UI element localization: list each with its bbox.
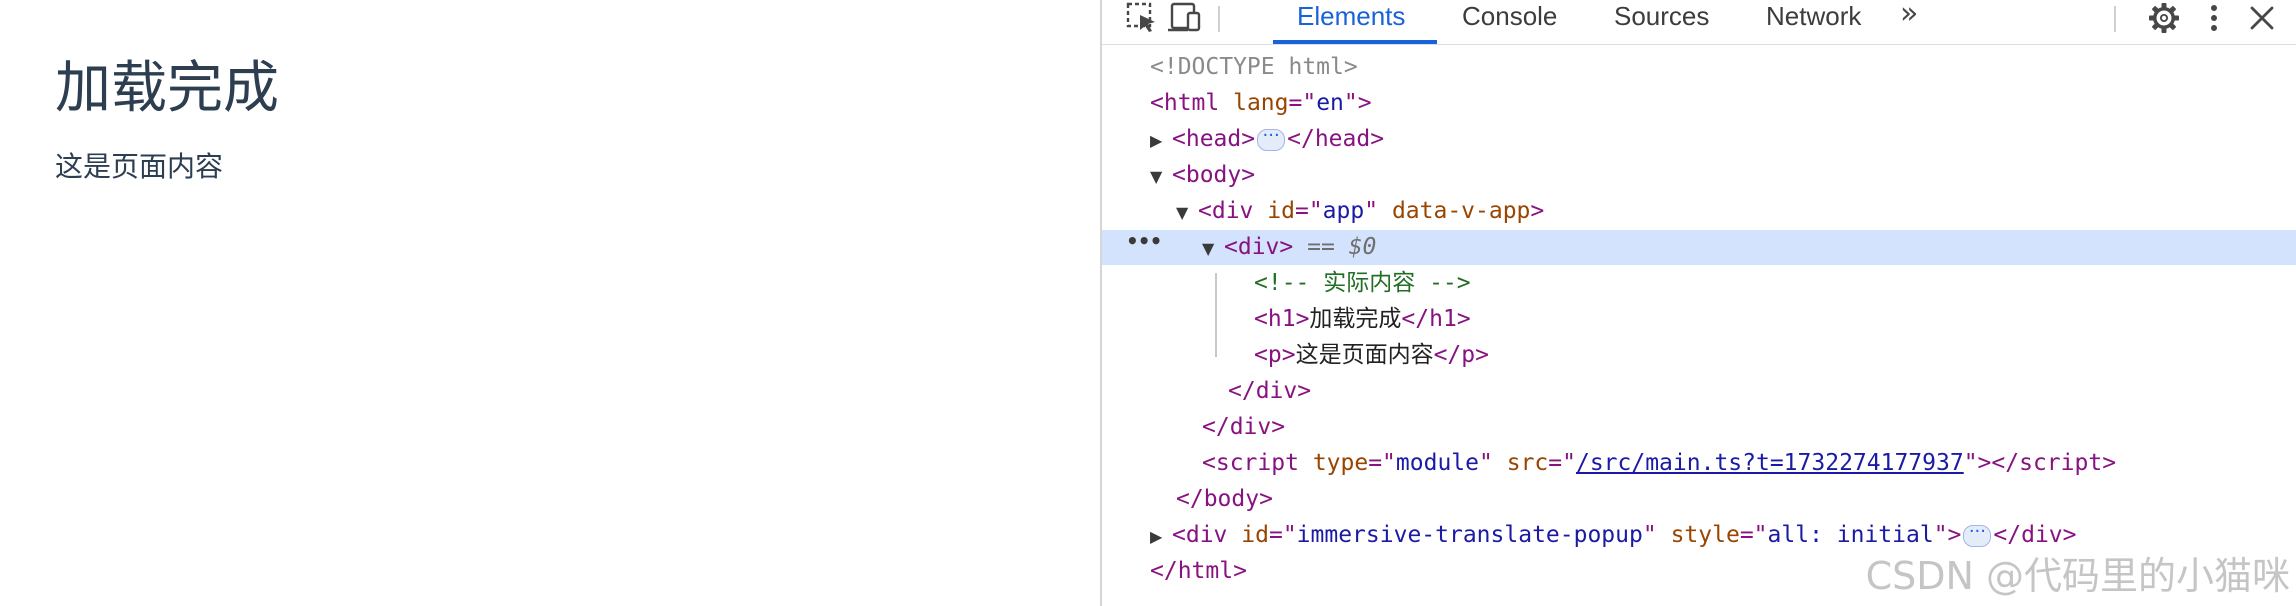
- dom-node-html[interactable]: <html lang="en">: [1102, 86, 2296, 121]
- dom-node-body[interactable]: ▼ <body>: [1102, 158, 2296, 193]
- tag-name: script: [1215, 450, 1299, 476]
- element-picker-icon[interactable]: [1122, 0, 1162, 36]
- page-paragraph: 这是页面内容: [55, 150, 224, 183]
- tab-console[interactable]: Console: [1462, 0, 1557, 42]
- attr-name: data-v-app: [1391, 198, 1531, 224]
- dom-node-selected-div[interactable]: ▼ <div> == $0: [1102, 230, 2296, 265]
- collapse-triangle-icon[interactable]: ▼: [1202, 231, 1224, 266]
- vertical-dots-icon[interactable]: [2194, 0, 2234, 36]
- attr-name: src: [1506, 450, 1549, 476]
- tab-network[interactable]: Network: [1766, 0, 1861, 42]
- expand-triangle-icon[interactable]: ▶: [1150, 123, 1172, 158]
- attr-name: type: [1312, 450, 1369, 476]
- tab-sources[interactable]: Sources: [1614, 0, 1709, 42]
- attr-name: lang: [1233, 90, 1289, 116]
- tag-name: h1: [1267, 306, 1296, 332]
- attr-value: app: [1322, 198, 1365, 224]
- dom-node-head[interactable]: ▶ <head> ··· </head>: [1102, 122, 2296, 157]
- page-title: 加载完成: [55, 56, 279, 121]
- dom-node-h1[interactable]: <h1>加载完成</h1>: [1102, 302, 2296, 337]
- tag-name: html: [1177, 558, 1234, 584]
- tag-name: div: [1237, 234, 1280, 260]
- attr-value: immersive-translate-popup: [1296, 522, 1643, 548]
- dom-node-selected-div-close[interactable]: </div>: [1102, 374, 2296, 409]
- tag-name: body: [1203, 486, 1260, 512]
- tag-name: body: [1185, 162, 1242, 188]
- dom-node-p[interactable]: <p>这是页面内容</p>: [1102, 338, 2296, 373]
- collapse-triangle-icon[interactable]: ▼: [1176, 195, 1198, 230]
- expand-triangle-icon[interactable]: ▶: [1150, 519, 1172, 554]
- selected-ref: $0: [1348, 234, 1377, 260]
- gear-icon[interactable]: [2144, 0, 2184, 36]
- comment-text: <!-- 实际内容 -->: [1254, 270, 1471, 296]
- indent-guide: [1215, 273, 1217, 357]
- dom-node-body-close[interactable]: </body>: [1102, 482, 2296, 517]
- tag-name: head: [1314, 126, 1371, 152]
- dom-node-script[interactable]: <script type="module" src="/src/main.ts?…: [1102, 446, 2296, 481]
- p-text: 这是页面内容: [1295, 342, 1434, 368]
- doctype-text: <!DOCTYPE html>: [1150, 54, 1358, 80]
- tab-elements[interactable]: Elements: [1297, 0, 1405, 42]
- collapse-triangle-icon[interactable]: ▼: [1150, 159, 1172, 194]
- more-tabs-button[interactable]: »: [1900, 0, 1919, 32]
- script-src-link[interactable]: /src/main.ts?t=1732274177937: [1576, 450, 1964, 476]
- selected-equals: ==: [1307, 234, 1335, 260]
- dom-node-doctype[interactable]: <!DOCTYPE html>: [1102, 50, 2296, 85]
- devtools-toolbar: Elements Console Sources Network »: [1102, 0, 2296, 45]
- tag-name: p: [1267, 342, 1282, 368]
- page-viewport: 加载完成 这是页面内容: [0, 0, 1100, 606]
- h1-text: 加载完成: [1309, 306, 1402, 332]
- devtools-panel: Elements Console Sources Network » <!DOC…: [1102, 0, 2296, 606]
- attr-value: en: [1316, 90, 1344, 116]
- attr-name: id: [1241, 522, 1269, 548]
- dom-node-app-div[interactable]: ▼ <div id="app" data-v-app>: [1102, 194, 2296, 229]
- tag-name: div: [1255, 378, 1298, 404]
- tag-name: div: [1211, 198, 1254, 224]
- attr-value: module: [1395, 450, 1479, 476]
- collapsed-ellipsis-icon[interactable]: ···: [1963, 522, 1992, 547]
- dom-node-comment[interactable]: <!-- 实际内容 -->: [1102, 266, 2296, 301]
- device-toolbar-icon[interactable]: [1164, 0, 1204, 36]
- tag-name: div: [1185, 522, 1228, 548]
- node-actions-icon[interactable]: •••: [1126, 229, 1162, 253]
- watermark: CSDN @代码里的小猫咪: [1865, 554, 2290, 598]
- toolbar-separator: [1218, 6, 1220, 32]
- toolbar-separator: [2114, 6, 2116, 32]
- tag-name: script: [2019, 450, 2103, 476]
- tag-name: html: [1163, 90, 1220, 116]
- tag-name: h1: [1429, 306, 1457, 332]
- close-icon[interactable]: [2242, 0, 2282, 36]
- tag-name: p: [1461, 342, 1476, 368]
- tag-name: div: [1229, 414, 1272, 440]
- dom-node-app-div-close[interactable]: </div>: [1102, 410, 2296, 445]
- collapsed-ellipsis-icon[interactable]: ···: [1257, 126, 1286, 151]
- tag-name: head: [1185, 126, 1242, 152]
- attr-name: id: [1267, 198, 1295, 224]
- dom-tree: <!DOCTYPE html> <html lang="en"> ▶ <head>…: [1102, 44, 2296, 606]
- attr-name: style: [1670, 522, 1740, 548]
